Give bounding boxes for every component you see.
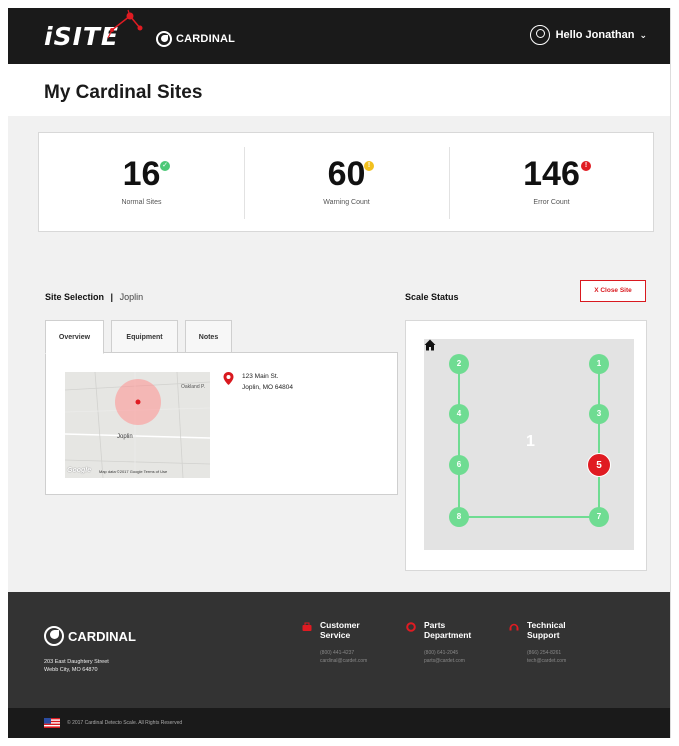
copyright-text: © 2017 Cardinal Detecto Scale. All Right… <box>67 720 183 726</box>
map-place-label: Oakland P. <box>181 384 206 390</box>
scale-node-5-error[interactable]: 5 <box>587 453 611 477</box>
page-title: My Cardinal Sites <box>44 82 203 103</box>
close-site-button[interactable]: X Close Site <box>580 280 646 302</box>
footer-cardinal-logo[interactable]: CARDINAL <box>44 626 136 646</box>
stat-value: 60! <box>244 157 449 191</box>
stat-value: 146! <box>449 157 654 191</box>
scale-node-8[interactable]: 8 <box>449 507 469 527</box>
cardinal-brand: CARDINAL <box>156 31 235 47</box>
scale-node-4[interactable]: 4 <box>449 404 469 424</box>
user-greeting: Hello Jonathan <box>555 29 635 41</box>
scale-node-3[interactable]: 3 <box>589 404 609 424</box>
user-menu[interactable]: Hello Jonathan ⌄ <box>529 25 647 45</box>
gear-icon <box>406 622 416 632</box>
site-map[interactable]: Oakland P. Joplin Google Map data ©2017 … <box>65 372 210 478</box>
location-pin-icon <box>223 372 234 385</box>
tab-overview[interactable]: Overview <box>45 320 104 354</box>
title-bar: My Cardinal Sites <box>8 64 670 116</box>
map-place-label: Joplin <box>117 434 133 440</box>
site-address-street: 123 Main St. <box>242 373 279 380</box>
stat-error-count: 146! Error Count <box>449 133 654 233</box>
copyright-bar: © 2017 Cardinal Detecto Scale. All Right… <box>8 708 670 738</box>
contact-phone[interactable]: (800) 441-4237 <box>320 650 354 656</box>
contact-phone[interactable]: (800) 641-2045 <box>424 650 458 656</box>
stat-label: Error Count <box>533 199 570 206</box>
contact-email[interactable]: parts@cardet.com <box>424 658 465 664</box>
footer: CARDINAL 203 East Daughtery Street Webb … <box>8 592 670 708</box>
user-avatar-icon <box>529 25 550 45</box>
chevron-down-icon: ⌄ <box>639 29 647 40</box>
scale-node-2[interactable]: 2 <box>449 354 469 374</box>
stat-label: Normal Sites <box>121 199 162 206</box>
contact-email[interactable]: tech@cardet.com <box>527 658 566 664</box>
site-selection-heading: Site Selection | Joplin <box>45 292 144 302</box>
error-badge-icon: ! <box>581 161 591 171</box>
stat-label: Warning Count <box>323 199 370 206</box>
map-attribution[interactable]: Map data ©2017 Google Terms of Use <box>99 469 167 474</box>
scale-status-heading: Scale Status <box>405 292 459 302</box>
scale-node-6[interactable]: 6 <box>449 455 469 475</box>
stat-warning-count: 60! Warning Count <box>244 133 449 233</box>
headset-icon <box>509 623 519 631</box>
footer-address-city: Webb City, MO 64870 <box>44 667 98 673</box>
us-flag-icon[interactable] <box>44 718 60 728</box>
google-logo: Google <box>67 467 92 474</box>
scale-node-1[interactable]: 1 <box>589 354 609 374</box>
scale-center-label: 1 <box>526 433 535 450</box>
scale-node-7[interactable]: 7 <box>589 507 609 527</box>
warning-badge-icon: ! <box>364 161 374 171</box>
check-badge-icon: ✓ <box>160 161 170 171</box>
contact-phone[interactable]: (866) 254-8261 <box>527 650 561 656</box>
stat-value: 16 ✓ <box>39 157 244 191</box>
site-overview-panel: Oakland P. Joplin Google Map data ©2017 … <box>45 352 398 495</box>
scale-status-panel: 1 2 4 6 8 1 3 5 7 <box>405 320 647 571</box>
cardinal-bird-icon <box>156 31 172 47</box>
cardinal-bird-icon <box>44 626 64 646</box>
site-stats-card: 16 ✓ Normal Sites 60! Warning Count 146! … <box>38 132 654 232</box>
site-address-city: Joplin, MO 64804 <box>242 384 293 391</box>
home-icon <box>424 339 436 351</box>
scale-layout-diagram: 1 2 4 6 8 1 3 5 7 <box>424 339 634 550</box>
top-navigation-bar: iSITE CARDINAL Hello Jonathan ⌄ <box>8 8 670 64</box>
tab-notes[interactable]: Notes <box>185 320 232 353</box>
contact-email[interactable]: cardinal@cardet.com <box>320 658 367 664</box>
selected-site-name: Joplin <box>119 292 144 302</box>
tab-equipment[interactable]: Equipment <box>111 320 178 353</box>
app-frame: iSITE CARDINAL Hello Jonathan ⌄ My Cardi… <box>8 8 671 738</box>
footer-address-street: 203 East Daughtery Street <box>44 659 109 665</box>
briefcase-icon <box>302 622 312 631</box>
network-nodes-icon <box>107 9 143 39</box>
stat-normal-sites: 16 ✓ Normal Sites <box>39 133 244 233</box>
